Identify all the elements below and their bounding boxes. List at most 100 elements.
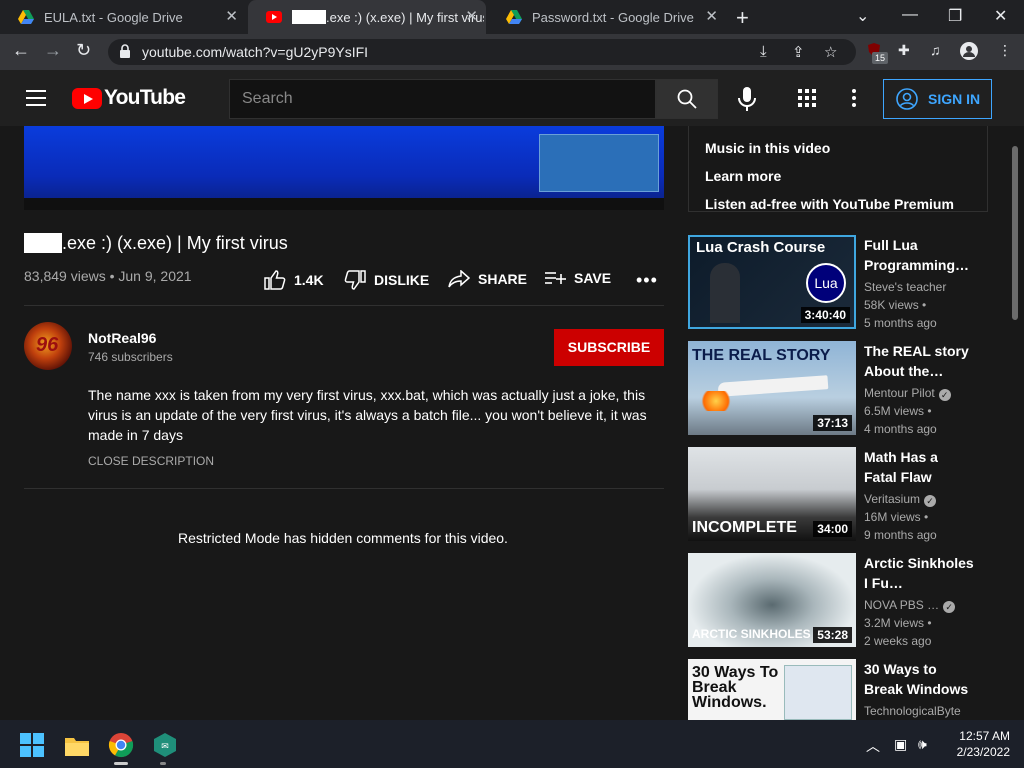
thumbnail-caption: Lua Crash Course xyxy=(696,239,826,256)
recommended-video[interactable]: ARCTIC SINKHOLES 53:28 Arctic Sinkholes … xyxy=(688,553,988,648)
tab-title: .exe :) (x.exe) | My first virus xyxy=(326,9,484,25)
security-app-icon[interactable]: ✉ xyxy=(152,732,178,758)
close-tab-icon[interactable]: ✕ xyxy=(705,9,718,25)
google-drive-icon xyxy=(18,10,34,24)
recommended-age: 4 months ago xyxy=(864,422,937,436)
subscribe-button[interactable]: SUBSCRIBE xyxy=(554,329,664,366)
thumbnail-person xyxy=(710,263,740,323)
browser-tab-strip: EULA.txt - Google Drive ✕ .exe :) (x.exe… xyxy=(0,0,1024,34)
extension-badge: 15 xyxy=(872,52,888,64)
minimize-icon[interactable]: — xyxy=(902,6,918,24)
video-thumbnail[interactable]: ARCTIC SINKHOLES 53:28 xyxy=(688,553,856,647)
reload-icon[interactable]: ↻ xyxy=(76,40,91,61)
tab-title: Password.txt - Google Drive xyxy=(532,9,694,25)
chrome-menu-icon[interactable]: ⋮ xyxy=(998,42,1012,59)
recommended-views: 58K views • xyxy=(864,298,927,312)
channel-avatar[interactable]: 96 xyxy=(24,322,72,370)
google-drive-icon xyxy=(506,10,522,24)
clock-date: 2/23/2022 xyxy=(956,745,1010,759)
channel-name[interactable]: NotReal96 xyxy=(88,330,156,346)
share-page-icon[interactable]: ⇪ xyxy=(792,43,805,61)
recommended-views: 3.2M views • xyxy=(864,616,932,630)
hamburger-menu-icon[interactable] xyxy=(26,90,46,106)
redacted-block xyxy=(292,9,326,24)
video-thumbnail[interactable]: THE REAL STORY 37:13 xyxy=(688,341,856,435)
browser-tab-password[interactable]: Password.txt - Google Drive ✕ xyxy=(488,0,726,34)
recommended-video[interactable]: 30 Ways To Break Windows. 30 Ways to Bre… xyxy=(688,659,988,720)
settings-more-icon[interactable] xyxy=(848,88,860,108)
recommended-title: Arctic Sinkholes I Fu… xyxy=(864,555,974,591)
youtube-logo-text[interactable]: YouTube xyxy=(104,86,186,110)
player-frame-notification xyxy=(539,134,659,192)
recommended-title: Full Lua Programming… xyxy=(864,237,970,273)
install-app-icon[interactable]: ⤓ xyxy=(760,43,767,60)
thumbnail-caption: 30 Ways To Break Windows. xyxy=(692,664,779,711)
recommended-channel: Steve's teacher xyxy=(864,280,947,294)
system-clock[interactable]: 12:57 AM 2/23/2022 xyxy=(946,728,1010,760)
restore-icon[interactable]: ❐ xyxy=(948,6,962,26)
share-button[interactable]: SHARE xyxy=(448,270,527,288)
media-control-icon[interactable]: ♫ xyxy=(930,42,941,58)
windows-start-icon[interactable] xyxy=(20,733,44,757)
search-button[interactable] xyxy=(656,79,718,119)
page-scrollbar[interactable] xyxy=(1012,146,1018,320)
redacted-block xyxy=(24,233,62,253)
verified-check-icon: ✓ xyxy=(924,495,937,507)
recommended-video[interactable]: INCOMPLETE 34:00 Math Has a Fatal Flaw V… xyxy=(688,447,988,542)
network-icon[interactable]: ▣ xyxy=(894,736,907,753)
browser-toolbar: ← → ↻ youtube.com/watch?v=gU2yP9YsIFI ⤓ … xyxy=(0,34,1024,70)
youtube-icon xyxy=(266,11,282,23)
learn-more-link[interactable]: Learn more xyxy=(705,168,781,184)
premium-link[interactable]: Listen ad-free with YouTube Premium xyxy=(705,196,954,212)
recommended-title: Math Has a Fatal Flaw xyxy=(864,449,938,485)
profile-avatar-icon[interactable] xyxy=(960,42,978,60)
dislike-button[interactable]: DISLIKE xyxy=(344,270,429,290)
close-tab-icon[interactable]: ✕ xyxy=(225,9,238,25)
tab-search-chevron-icon[interactable]: ⌄ xyxy=(856,6,869,26)
youtube-logo-icon[interactable] xyxy=(72,88,102,109)
volume-icon[interactable]: 🕪 xyxy=(918,736,927,753)
address-bar[interactable]: youtube.com/watch?v=gU2yP9YsIFI ⤓ ⇪ ☆ xyxy=(108,39,856,65)
extensions-puzzle-icon[interactable]: ✚ xyxy=(898,42,910,59)
close-tab-icon[interactable]: ✕ xyxy=(465,9,478,25)
close-description-button[interactable]: CLOSE DESCRIPTION xyxy=(88,454,214,468)
active-app-indicator xyxy=(114,762,128,765)
recommended-video[interactable]: THE REAL STORY 37:13 The REAL story Abou… xyxy=(688,341,988,436)
forward-arrow-icon[interactable]: → xyxy=(44,40,62,61)
save-button[interactable]: SAVE xyxy=(544,270,611,286)
chrome-icon[interactable] xyxy=(108,732,134,758)
more-actions-icon[interactable]: ••• xyxy=(636,270,658,291)
video-thumbnail[interactable]: INCOMPLETE 34:00 xyxy=(688,447,856,541)
window-close-icon[interactable]: ✕ xyxy=(994,6,1007,26)
show-hidden-icons-chevron[interactable]: ︿ xyxy=(866,736,880,756)
apps-grid-icon[interactable] xyxy=(798,89,816,107)
playlist-add-icon xyxy=(545,272,566,284)
recommended-age: 9 months ago xyxy=(864,528,937,542)
thumbs-up-icon xyxy=(264,270,286,290)
video-duration: 37:13 xyxy=(813,415,852,431)
search-input[interactable]: Search xyxy=(229,79,656,119)
back-arrow-icon[interactable]: ← xyxy=(12,40,30,61)
bookmark-star-icon[interactable]: ☆ xyxy=(824,43,837,61)
video-thumbnail[interactable]: Lua Crash Course Lua 3:40:40 xyxy=(688,235,856,329)
recommended-video[interactable]: Lua Crash Course Lua 3:40:40 Full Lua Pr… xyxy=(688,235,988,330)
video-player[interactable] xyxy=(24,126,664,210)
video-duration: 53:28 xyxy=(813,627,852,643)
like-button[interactable]: 1.4K xyxy=(264,270,324,290)
lock-icon xyxy=(120,44,130,58)
sign-in-label: SIGN IN xyxy=(928,91,981,107)
running-app-indicator xyxy=(160,762,166,765)
recommended-channel: Mentour Pilot ✓ xyxy=(864,386,951,401)
sign-in-button[interactable]: SIGN IN xyxy=(883,79,992,119)
like-count: 1.4K xyxy=(294,272,324,288)
browser-tab-eula[interactable]: EULA.txt - Google Drive ✕ xyxy=(0,0,246,34)
video-thumbnail[interactable]: 30 Ways To Break Windows. xyxy=(688,659,856,720)
browser-tab-youtube[interactable]: .exe :) (x.exe) | My first virus ✕ xyxy=(248,0,486,34)
file-explorer-icon[interactable] xyxy=(64,732,90,758)
recommended-channel: NOVA PBS … ✓ xyxy=(864,598,956,613)
microphone-icon[interactable] xyxy=(734,85,760,113)
subscriber-count: 746 subscribers xyxy=(88,350,173,364)
new-tab-plus-icon[interactable]: + xyxy=(736,5,749,31)
divider xyxy=(24,305,664,306)
recommended-channel: Veritasium ✓ xyxy=(864,492,937,507)
